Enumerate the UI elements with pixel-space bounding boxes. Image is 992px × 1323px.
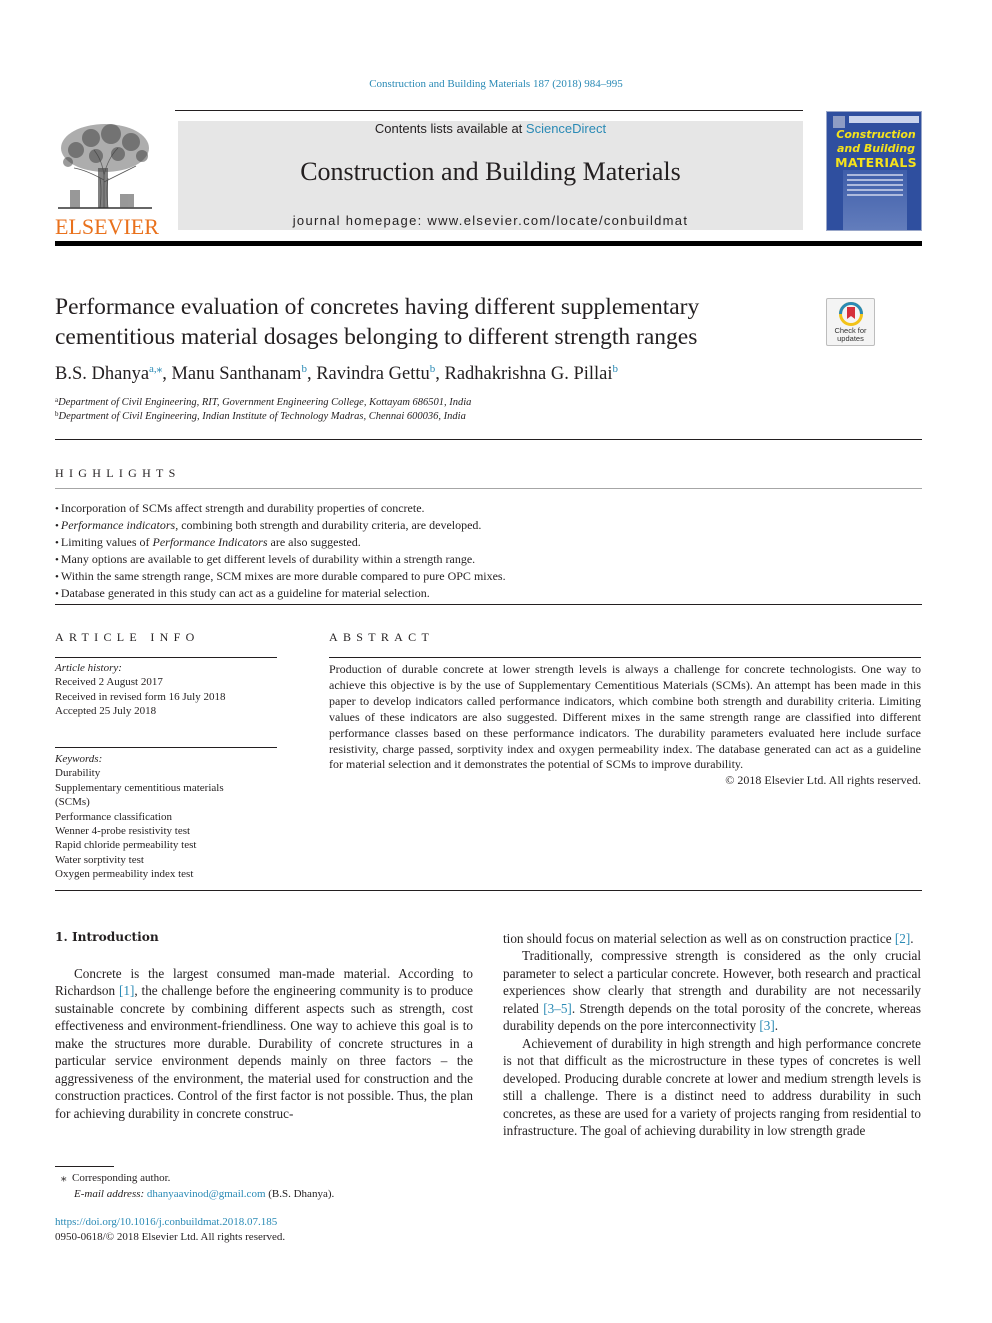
elsevier-wordmark: ELSEVIER — [55, 214, 159, 239]
crossmark-label: Check for updates — [827, 327, 874, 343]
keywords-list: Keywords: Durability Supplementary cemen… — [55, 752, 277, 882]
keyword: Oxygen permeability index test — [55, 868, 194, 881]
masthead-thick-rule — [55, 241, 922, 246]
highlights-rule — [55, 488, 922, 489]
contents-prefix: Contents lists available at — [374, 121, 526, 136]
paragraph: Concrete is the largest consumed man-mad… — [55, 966, 473, 1121]
highlights-list: Incorporation of SCMs affect strength an… — [55, 500, 915, 602]
abstract: Production of durable concrete at lower … — [329, 662, 921, 789]
author-name[interactable]: Ravindra Gettu — [316, 364, 430, 384]
footnote-rule — [55, 1166, 114, 1167]
email-label: E-mail address: — [74, 1188, 145, 1200]
highlight-item: Many options are available to get differ… — [55, 551, 915, 568]
cover-title-line1: Construction — [836, 128, 916, 141]
history-accepted: Accepted 25 July 2018 — [55, 705, 157, 718]
contents-line: Contents lists available at ScienceDirec… — [178, 121, 803, 136]
citation-link[interactable]: [1] — [119, 983, 134, 998]
highlight-item: Database generated in this study can act… — [55, 585, 915, 602]
journal-masthead: Contents lists available at ScienceDirec… — [178, 121, 803, 230]
title-line-2: cementitious material dosages belonging … — [55, 324, 698, 350]
email-link[interactable]: dhanyaavinod@gmail.com — [147, 1188, 266, 1200]
section-rule — [55, 890, 922, 891]
citation-link[interactable]: [3–5] — [543, 1001, 572, 1016]
keywords-rule — [55, 747, 277, 748]
journal-citation-link[interactable]: Construction and Building Materials 187 … — [0, 78, 992, 90]
cover-text-lines — [847, 174, 903, 199]
article-title: Performance evaluation of concretes havi… — [55, 292, 815, 352]
keyword: Water sorptivity test — [55, 853, 144, 866]
highlight-item: Limiting values of Performance Indicator… — [55, 534, 915, 551]
section-rule — [55, 604, 922, 605]
affiliation-text: Department of Civil Engineering, Indian … — [58, 411, 466, 422]
keyword: Rapid chloride permeability test — [55, 839, 197, 852]
body-column-left: Concrete is the largest consumed man-mad… — [55, 965, 473, 1122]
author-affiliation-marker[interactable]: b — [613, 363, 619, 375]
keyword: Supplementary cementitious materials — [55, 781, 224, 794]
history-received: Received 2 August 2017 — [55, 676, 163, 689]
keyword: Wenner 4-probe resistivity test — [55, 825, 191, 838]
keyword: Performance classification — [55, 810, 172, 823]
cover-strip — [849, 116, 919, 123]
author-name[interactable]: B.S. Dhanya — [55, 364, 149, 384]
sciencedirect-link[interactable]: ScienceDirect — [526, 121, 606, 136]
affiliation-text: Department of Civil Engineering, RIT, Go… — [58, 397, 472, 408]
cover-title-line2: and Building — [836, 142, 916, 155]
cover-title: Construction and Building MATERIALS — [831, 128, 921, 170]
crossmark-label-line2: updates — [837, 334, 864, 343]
article-history-label: Article history: — [55, 662, 122, 674]
email-note: E-mail address: dhanyaavinod@gmail.com (… — [55, 1186, 334, 1202]
email-owner: (B.S. Dhanya). — [268, 1188, 335, 1200]
footnote-text: Corresponding author. — [72, 1172, 171, 1184]
section-rule — [55, 439, 922, 440]
article-info-heading: ARTICLE INFO — [55, 630, 200, 644]
introduction-heading: 1. Introduction — [55, 930, 159, 944]
author-name[interactable]: Manu Santhanam — [171, 364, 301, 384]
article-history: Article history: Received 2 August 2017 … — [55, 661, 277, 719]
footnote-star: ⁎ — [61, 1172, 67, 1184]
doi-block: https://doi.org/10.1016/j.conbuildmat.20… — [55, 1215, 285, 1245]
footnote: ⁎ Corresponding author. E-mail address: … — [55, 1170, 334, 1202]
journal-name: Construction and Building Materials — [300, 157, 681, 186]
abstract-rule — [329, 657, 921, 658]
citation-link[interactable]: [3] — [759, 1018, 774, 1033]
header-rule — [175, 110, 803, 111]
author-list: B.S. Dhanyaa,⁎, Manu Santhanamb, Ravindr… — [55, 362, 618, 385]
title-line-1: Performance evaluation of concretes havi… — [55, 294, 700, 320]
journal-homepage-link[interactable]: journal homepage: www.elsevier.com/locat… — [178, 213, 803, 228]
abstract-text: Production of durable concrete at lower … — [329, 662, 921, 772]
history-revised: Received in revised form 16 July 2018 — [55, 690, 226, 703]
keyword: (SCMs) — [55, 796, 90, 809]
author-affiliation-marker[interactable]: a,⁎ — [149, 363, 162, 375]
keywords-label: Keywords: — [55, 753, 103, 765]
elsevier-logo[interactable]: ELSEVIER — [55, 120, 159, 239]
highlight-item: Performance indicators, combining both s… — [55, 517, 915, 534]
highlight-item: Incorporation of SCMs affect strength an… — [55, 500, 915, 517]
keyword: Durability — [55, 767, 101, 780]
journal-cover-image[interactable]: Construction and Building MATERIALS — [826, 111, 922, 231]
doi-link[interactable]: https://doi.org/10.1016/j.conbuildmat.20… — [55, 1215, 285, 1230]
author-separator: , — [306, 364, 317, 384]
cover-title-line3: MATERIALS — [835, 155, 917, 170]
abstract-copyright: © 2018 Elsevier Ltd. All rights reserved… — [725, 773, 921, 788]
check-for-updates-button[interactable]: Check for updates — [826, 298, 875, 346]
abstract-heading: ABSTRACT — [329, 630, 435, 644]
elsevier-tree-icon — [58, 124, 152, 209]
body-column-right: tion should focus on material selection … — [503, 930, 921, 1139]
paragraph: Achievement of durability in high streng… — [503, 1035, 921, 1138]
highlights-heading: HIGHLIGHTS — [55, 466, 181, 480]
paragraph: tion should focus on material selection … — [503, 931, 914, 946]
cover-elsevier-icon — [833, 116, 845, 128]
paragraph: Traditionally, compressive strength is c… — [503, 948, 921, 1034]
issn-line: 0950-0618/© 2018 Elsevier Ltd. All right… — [55, 1231, 286, 1243]
article-info-rule — [55, 657, 277, 658]
affiliation: bDepartment of Civil Engineering, Indian… — [55, 410, 466, 422]
highlight-item: Within the same strength range, SCM mixe… — [55, 568, 915, 585]
citation-link[interactable]: [2] — [895, 931, 910, 946]
crossmark-icon — [839, 302, 863, 326]
author-name[interactable]: Radhakrishna G. Pillai — [444, 364, 612, 384]
affiliation: aDepartment of Civil Engineering, RIT, G… — [55, 396, 471, 408]
corresponding-author-note: ⁎ Corresponding author. — [55, 1170, 334, 1186]
